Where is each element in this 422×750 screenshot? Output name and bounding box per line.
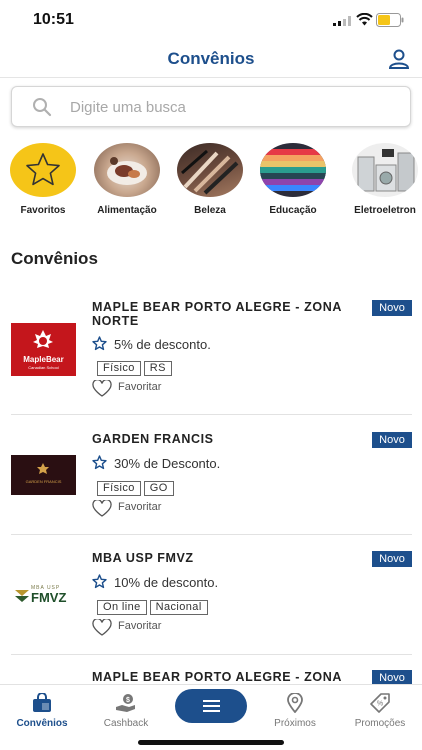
logo-text: FMVZ bbox=[31, 590, 67, 605]
garden-francis-logo: GARDEN FRANCIS bbox=[11, 455, 76, 495]
category-carousel: Favoritos Alimentação Beleza Educação El… bbox=[0, 143, 422, 223]
tag: Nacional bbox=[149, 600, 208, 615]
divider bbox=[11, 414, 412, 415]
tag: RS bbox=[143, 361, 172, 376]
logo-text: GARDEN FRANCIS bbox=[25, 479, 62, 484]
category-label: Educação bbox=[269, 205, 317, 216]
tag-list: Físico RS bbox=[97, 358, 175, 376]
section-title: Convênios bbox=[11, 249, 98, 268]
category-label: Eletroeletron bbox=[354, 205, 416, 216]
tag: GO bbox=[143, 481, 174, 496]
home-indicator[interactable] bbox=[138, 740, 284, 745]
maple-bear-logo: MapleBear Canadian School bbox=[11, 323, 76, 376]
page-title: Convênios bbox=[167, 49, 255, 68]
cellular-signal-icon bbox=[333, 16, 351, 26]
wifi-icon bbox=[356, 13, 373, 26]
partner-card[interactable]: MBA USP FMVZ MBA USP FMVZ Novo 10% de de… bbox=[11, 551, 412, 651]
category-eletroeletron[interactable]: Eletroeletron bbox=[340, 143, 422, 223]
search-input[interactable] bbox=[70, 95, 390, 119]
tag: Físico bbox=[97, 481, 141, 496]
price-tag-icon: % bbox=[370, 693, 390, 713]
discount-text: 30% de Desconto. bbox=[114, 456, 221, 471]
svg-text:$: $ bbox=[126, 697, 130, 704]
category-beleza[interactable]: Beleza bbox=[165, 143, 255, 223]
partner-name: MAPLE BEAR PORTO ALEGRE - ZONA NORTE bbox=[92, 300, 342, 328]
heart-outline-icon bbox=[92, 619, 112, 636]
cashback-hand-icon: $ bbox=[116, 694, 135, 712]
category-alimentacao[interactable]: Alimentação bbox=[82, 143, 172, 223]
star-outline-icon bbox=[92, 336, 107, 351]
divider bbox=[11, 654, 412, 655]
discount-text: 10% de desconto. bbox=[114, 575, 219, 590]
tab-proximos[interactable]: Próximos bbox=[253, 693, 337, 729]
user-profile-icon[interactable] bbox=[388, 49, 410, 69]
appliances-photo bbox=[352, 143, 418, 197]
tab-cashback[interactable]: $ Cashback bbox=[84, 693, 168, 729]
tag: On line bbox=[97, 600, 147, 615]
category-educacao[interactable]: Educação bbox=[248, 143, 338, 223]
new-badge: Novo bbox=[372, 551, 412, 567]
tab-label: Cashback bbox=[103, 718, 149, 729]
new-badge: Novo bbox=[372, 300, 412, 316]
tag-list: On line Nacional bbox=[97, 597, 211, 615]
partner-card[interactable]: GARDEN FRANCIS GARDEN FRANCIS Novo 30% d… bbox=[11, 432, 412, 532]
makeup-brushes-photo bbox=[177, 143, 243, 197]
food-photo bbox=[94, 143, 160, 197]
app-screen: 10:51 Convênios Digite uma busca Favorit… bbox=[0, 0, 422, 750]
category-label: Beleza bbox=[194, 205, 226, 216]
star-outline-icon bbox=[92, 455, 107, 470]
new-badge: Novo bbox=[372, 432, 412, 448]
new-badge: Novo bbox=[372, 670, 412, 684]
discount-text: 5% de desconto. bbox=[114, 337, 211, 352]
mba-usp-fmvz-logo: MBA USP FMVZ bbox=[11, 585, 76, 605]
tab-label: Promoções bbox=[354, 718, 406, 729]
logo-text: MapleBear bbox=[23, 355, 64, 364]
logo-subtext: Canadian School bbox=[28, 365, 59, 370]
partner-name: GARDEN FRANCIS bbox=[92, 432, 214, 446]
battery-icon bbox=[376, 13, 404, 27]
search-bar bbox=[11, 86, 411, 127]
favorite-label: Favoritar bbox=[118, 381, 162, 393]
shopping-bag-icon bbox=[33, 693, 51, 712]
category-label: Alimentação bbox=[97, 205, 157, 216]
partner-name: MBA USP FMVZ bbox=[92, 551, 194, 565]
hamburger-menu-icon[interactable] bbox=[175, 689, 247, 723]
divider bbox=[11, 534, 412, 535]
heart-outline-icon bbox=[92, 500, 112, 517]
tab-convenios[interactable]: Convênios bbox=[0, 693, 84, 729]
tab-label: Próximos bbox=[274, 718, 316, 729]
tag-list: Físico GO bbox=[97, 478, 177, 496]
favorite-label: Favoritar bbox=[118, 620, 162, 632]
heart-outline-icon bbox=[92, 380, 112, 397]
colored-pencils-photo bbox=[260, 143, 326, 197]
partner-card[interactable]: MapleBear Canadian School MAPLE BEAR POR… bbox=[11, 300, 412, 412]
tab-promocoes[interactable]: % Promoções bbox=[338, 693, 422, 729]
category-favoritos[interactable]: Favoritos bbox=[0, 143, 88, 223]
tab-label: Convênios bbox=[16, 718, 68, 729]
star-outline-icon bbox=[92, 574, 107, 589]
partner-name: MAPLE BEAR PORTO ALEGRE - ZONA SUL bbox=[92, 670, 342, 684]
favorite-label: Favoritar bbox=[118, 501, 162, 513]
map-pin-icon bbox=[287, 693, 303, 713]
star-icon bbox=[10, 143, 76, 197]
status-bar: 10:51 bbox=[0, 0, 422, 40]
partner-card[interactable]: MAPLE BEAR PORTO ALEGRE - ZONA SUL Novo bbox=[11, 670, 412, 684]
status-time: 10:51 bbox=[33, 11, 74, 28]
tag: Físico bbox=[97, 361, 141, 376]
svg-text:%: % bbox=[377, 701, 383, 708]
app-header: Convênios bbox=[0, 40, 422, 78]
category-label: Favoritos bbox=[20, 205, 66, 216]
search-icon bbox=[33, 98, 52, 117]
